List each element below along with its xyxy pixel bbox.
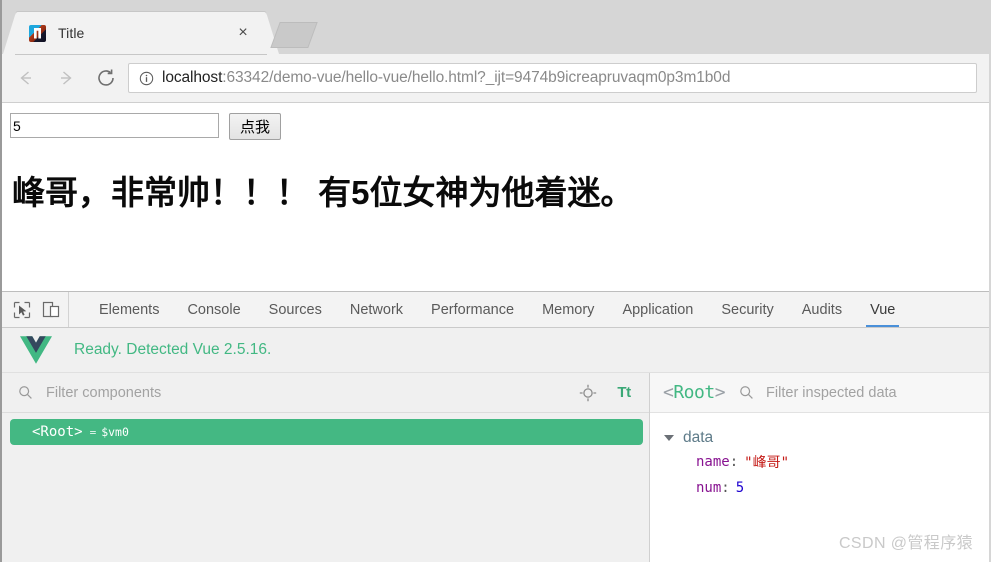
browser-window: Title × localhost:63342/demo-vue/hello-v… (0, 0, 991, 562)
tab-sources[interactable]: Sources (255, 292, 336, 327)
tab-audits[interactable]: Audits (788, 292, 856, 327)
click-me-button[interactable]: 点我 (229, 113, 281, 140)
search-icon (19, 386, 32, 399)
prop-value: 5 (735, 480, 745, 496)
inspector-title-close: > (714, 382, 726, 403)
vue-devtools-body: Tt <Root> = $vm0 <Root> (2, 373, 989, 562)
prop-value: "峰哥" (744, 455, 790, 471)
page-heading: 峰哥，非常帅！！！ 有5位女神为他着迷。 (12, 174, 634, 211)
component-tree-list: <Root> = $vm0 (2, 413, 649, 562)
intellij-idea-favicon (29, 24, 46, 42)
data-group-label: data (683, 429, 714, 446)
url-path: :63342/demo-vue/hello-vue/hello.html?_ij… (222, 69, 731, 86)
inspector-title-name: Root (673, 382, 715, 403)
csdn-watermark: CSDN @管程序猿 (838, 535, 973, 552)
new-tab-button[interactable] (271, 23, 317, 47)
filter-inspected-data-input[interactable] (764, 383, 989, 402)
component-tree-pane: Tt <Root> = $vm0 (2, 373, 650, 562)
tab-title: Title (58, 25, 85, 41)
tab-performance[interactable]: Performance (417, 292, 528, 327)
tab-network[interactable]: Network (336, 292, 417, 327)
browser-toolbar: localhost:63342/demo-vue/hello-vue/hello… (2, 54, 989, 103)
inspector-title-open: < (663, 382, 674, 403)
tab-strip: Title × (2, 0, 989, 54)
data-group-header[interactable]: data (650, 427, 989, 449)
text-size-icon[interactable]: Tt (613, 382, 635, 404)
browser-tab[interactable]: Title × (3, 12, 279, 54)
filter-components-input[interactable] (44, 383, 563, 402)
address-bar[interactable]: localhost:63342/demo-vue/hello-vue/hello… (128, 63, 977, 93)
back-button[interactable] (10, 62, 42, 94)
tree-node-label: <Root> (32, 424, 83, 440)
tab-application[interactable]: Application (608, 292, 707, 327)
reload-icon (98, 69, 114, 86)
reload-button[interactable] (90, 62, 122, 94)
tree-node-equals: = (89, 425, 97, 439)
url-host: localhost (162, 69, 223, 86)
devtools-panel: Elements Console Sources Network Perform… (2, 291, 989, 562)
prop-key: name (696, 454, 730, 470)
prop-colon: : (729, 454, 739, 470)
device-toolbar-icon[interactable] (41, 300, 61, 320)
tab-memory[interactable]: Memory (528, 292, 608, 327)
prop-key: num (696, 480, 722, 496)
devtools-tool-icons (2, 292, 69, 327)
forward-button[interactable] (50, 62, 82, 94)
tab-left-edge (3, 12, 16, 54)
inspect-element-icon[interactable] (12, 300, 32, 320)
tab-vue[interactable]: Vue (856, 292, 909, 327)
data-prop-row[interactable]: name: "峰哥" (650, 449, 989, 475)
url-text: localhost:63342/demo-vue/hello-vue/hello… (162, 69, 730, 87)
text-size-label: Tt (617, 384, 631, 401)
number-input[interactable] (10, 113, 219, 138)
search-icon (740, 386, 753, 399)
chevron-down-icon[interactable] (664, 435, 674, 441)
page-info-icon[interactable] (139, 71, 154, 86)
close-icon[interactable]: × (234, 24, 252, 42)
inspector-title: <Root> (663, 382, 726, 403)
tree-node-instance: $vm0 (101, 425, 129, 439)
demo-controls-row: 点我 (2, 103, 989, 140)
vue-status-banner: Ready. Detected Vue 2.5.16. (2, 328, 989, 373)
tab-console[interactable]: Console (173, 292, 254, 327)
tree-node-root[interactable]: <Root> = $vm0 (10, 419, 643, 445)
tab-elements[interactable]: Elements (85, 292, 173, 327)
devtools-tab-list: Elements Console Sources Network Perform… (69, 292, 909, 327)
page-viewport: 点我 峰哥，非常帅！！！ 有5位女神为他着迷。 (2, 103, 989, 291)
select-component-target-icon[interactable] (577, 382, 599, 404)
data-prop-row[interactable]: num:5 (650, 475, 989, 501)
vue-logo-icon (20, 336, 52, 364)
vue-banner-text: Ready. Detected Vue 2.5.16. (74, 341, 272, 358)
arrow-right-icon (61, 71, 72, 85)
prop-colon: : (721, 480, 730, 496)
arrow-left-icon (20, 71, 31, 85)
component-filter-bar: Tt (2, 373, 649, 413)
inspector-search (739, 383, 989, 402)
devtools-tabbar: Elements Console Sources Network Perform… (2, 292, 989, 328)
inspector-pane: <Root> data name: "峰哥" (650, 373, 989, 562)
inspector-header: <Root> (650, 373, 989, 413)
tab-security[interactable]: Security (707, 292, 787, 327)
